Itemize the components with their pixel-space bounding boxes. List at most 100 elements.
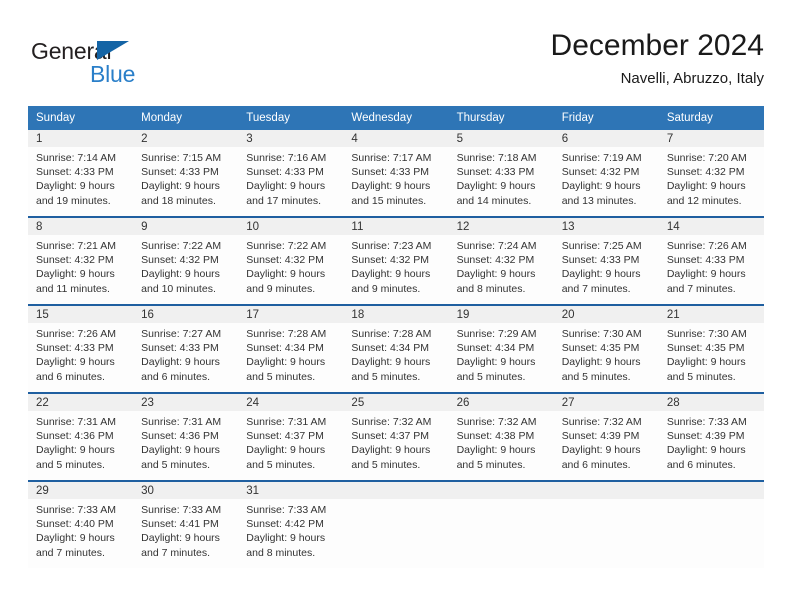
sunset-text: Sunset: 4:33 PM [456,166,535,179]
day-cell-number[interactable]: 5 [448,130,554,147]
day-cell-number[interactable]: 8 [28,218,134,235]
day-cell-details[interactable]: Sunrise: 7:31 AM Sunset: 4:36 PM Dayligh… [133,411,239,480]
day-cell-details[interactable]: Sunrise: 7:33 AM Sunset: 4:41 PM Dayligh… [133,499,239,568]
day-cell-details[interactable]: Sunrise: 7:22 AM Sunset: 4:32 PM Dayligh… [238,235,344,304]
day-cell-details[interactable]: Sunrise: 7:16 AM Sunset: 4:33 PM Dayligh… [238,147,344,216]
day-cell-details[interactable]: Sunrise: 7:30 AM Sunset: 4:35 PM Dayligh… [658,323,764,392]
sunrise-text: Sunrise: 7:23 AM [351,240,432,252]
day-cell-details[interactable]: Sunrise: 7:32 AM Sunset: 4:39 PM Dayligh… [553,411,659,480]
day-cell-details[interactable]: Sunrise: 7:31 AM Sunset: 4:37 PM Dayligh… [238,411,344,480]
day-cell-details[interactable]: Sunrise: 7:21 AM Sunset: 4:32 PM Dayligh… [28,235,134,304]
day-cell-number[interactable]: 22 [28,394,134,411]
day-cell-number[interactable]: 7 [658,130,764,147]
day-cell-details[interactable]: Sunrise: 7:28 AM Sunset: 4:34 PM Dayligh… [238,323,344,392]
day-cell-details[interactable]: Sunrise: 7:23 AM Sunset: 4:32 PM Dayligh… [343,235,449,304]
day-cell-details[interactable]: Sunrise: 7:20 AM Sunset: 4:32 PM Dayligh… [658,147,764,216]
day-cell-number[interactable]: 19 [448,306,554,323]
day-cell-number[interactable]: 20 [553,306,659,323]
sunrise-text: Sunrise: 7:14 AM [36,152,116,164]
day-cell-number[interactable]: 18 [343,306,449,323]
day-cell-number[interactable]: 27 [553,394,659,411]
week-5-details: Sunrise: 7:33 AM Sunset: 4:40 PM Dayligh… [28,499,764,568]
sunset-text: Sunset: 4:36 PM [141,430,219,443]
daylight-text-cont: and 9 minutes. [246,282,316,295]
weekday-header-thursday: Thursday [448,106,554,130]
day-cell-number[interactable]: 31 [238,482,344,499]
day-cell-details[interactable]: Sunrise: 7:26 AM Sunset: 4:33 PM Dayligh… [658,235,764,304]
day-cell-number[interactable]: 11 [343,218,449,235]
sunrise-text: Sunrise: 7:31 AM [141,416,222,428]
daylight-text-cont: and 5 minutes. [351,458,421,471]
day-cell-details[interactable]: Sunrise: 7:27 AM Sunset: 4:33 PM Dayligh… [133,323,239,392]
day-cell-details[interactable]: Sunrise: 7:18 AM Sunset: 4:33 PM Dayligh… [448,147,554,216]
day-cell-number[interactable]: 26 [448,394,554,411]
day-cell-details[interactable]: Sunrise: 7:31 AM Sunset: 4:36 PM Dayligh… [28,411,134,480]
calendar-body: 1 2 3 4 5 6 7 Sunrise: 7:14 AM Sunset: 4… [28,130,764,568]
daylight-text: Daylight: 9 hours [351,444,431,457]
day-cell-details-empty [553,499,659,568]
day-cell-details[interactable]: Sunrise: 7:24 AM Sunset: 4:32 PM Dayligh… [448,235,554,304]
day-cell-number[interactable]: 13 [553,218,659,235]
day-cell-details[interactable]: Sunrise: 7:33 AM Sunset: 4:39 PM Dayligh… [658,411,764,480]
day-cell-details[interactable]: Sunrise: 7:29 AM Sunset: 4:34 PM Dayligh… [448,323,554,392]
day-cell-number[interactable]: 17 [238,306,344,323]
title-block: December 2024 Navelli, Abruzzo, Italy [551,28,764,90]
sunset-text: Sunset: 4:33 PM [351,166,430,179]
day-cell-number[interactable]: 1 [28,130,134,147]
day-cell-details[interactable]: Sunrise: 7:32 AM Sunset: 4:38 PM Dayligh… [448,411,554,480]
sunrise-text: Sunrise: 7:24 AM [456,240,537,252]
location-subtitle: Navelli, Abruzzo, Italy [620,70,764,87]
sunrise-text: Sunrise: 7:20 AM [666,152,747,164]
sunrise-text: Sunrise: 7:30 AM [561,328,642,340]
day-cell-details[interactable]: Sunrise: 7:28 AM Sunset: 4:34 PM Dayligh… [343,323,449,392]
daylight-text: Daylight: 9 hours [351,268,431,281]
day-cell-details[interactable]: Sunrise: 7:30 AM Sunset: 4:35 PM Dayligh… [553,323,659,392]
day-cell-number[interactable]: 15 [28,306,134,323]
day-cell-number[interactable]: 4 [343,130,449,147]
daylight-text-cont: and 7 minutes. [141,546,211,559]
daylight-text-cont: and 8 minutes. [456,282,526,295]
day-cell-number[interactable]: 9 [133,218,239,235]
day-cell-details[interactable]: Sunrise: 7:26 AM Sunset: 4:33 PM Dayligh… [28,323,134,392]
day-cell-details[interactable]: Sunrise: 7:17 AM Sunset: 4:33 PM Dayligh… [343,147,449,216]
day-cell-details[interactable]: Sunrise: 7:32 AM Sunset: 4:37 PM Dayligh… [343,411,449,480]
day-cell-number[interactable]: 21 [658,306,764,323]
day-cell-number[interactable]: 16 [133,306,239,323]
daylight-text-cont: and 17 minutes. [246,194,321,207]
day-cell-details[interactable]: Sunrise: 7:22 AM Sunset: 4:32 PM Dayligh… [133,235,239,304]
day-cell-number[interactable]: 3 [238,130,344,147]
day-cell-number-empty [553,482,659,499]
day-cell-details[interactable]: Sunrise: 7:25 AM Sunset: 4:33 PM Dayligh… [553,235,659,304]
day-cell-number[interactable]: 25 [343,394,449,411]
daylight-text-cont: and 11 minutes. [36,282,110,295]
day-cell-details[interactable]: Sunrise: 7:33 AM Sunset: 4:40 PM Dayligh… [28,499,134,568]
weekday-header-wednesday: Wednesday [343,106,449,130]
day-cell-details-empty [448,499,554,568]
week-4-details: Sunrise: 7:31 AM Sunset: 4:36 PM Dayligh… [28,411,764,480]
day-cell-number[interactable]: 30 [133,482,239,499]
sunrise-text: Sunrise: 7:26 AM [36,328,116,340]
day-cell-number[interactable]: 28 [658,394,764,411]
daylight-text: Daylight: 9 hours [141,356,220,369]
day-cell-number[interactable]: 6 [553,130,659,147]
sunrise-text: Sunrise: 7:29 AM [456,328,537,340]
day-cell-details[interactable]: Sunrise: 7:15 AM Sunset: 4:33 PM Dayligh… [133,147,239,216]
weekday-header-monday: Monday [133,106,239,130]
week-1-daynumbers: 1 2 3 4 5 6 7 [28,130,764,147]
calendar-grid: Sunday Monday Tuesday Wednesday Thursday… [28,106,764,568]
sunset-text: Sunset: 4:37 PM [246,430,324,443]
daylight-text-cont: and 5 minutes. [351,370,421,383]
day-cell-details[interactable]: Sunrise: 7:33 AM Sunset: 4:42 PM Dayligh… [238,499,344,568]
day-cell-number[interactable]: 14 [658,218,764,235]
day-cell-number[interactable]: 2 [133,130,239,147]
day-cell-number[interactable]: 10 [238,218,344,235]
daylight-text: Daylight: 9 hours [36,532,115,545]
daylight-text-cont: and 19 minutes. [36,194,111,207]
day-cell-number[interactable]: 24 [238,394,344,411]
day-cell-details[interactable]: Sunrise: 7:14 AM Sunset: 4:33 PM Dayligh… [28,147,134,216]
day-cell-number[interactable]: 29 [28,482,134,499]
week-3-details: Sunrise: 7:26 AM Sunset: 4:33 PM Dayligh… [28,323,764,392]
day-cell-details[interactable]: Sunrise: 7:19 AM Sunset: 4:32 PM Dayligh… [553,147,659,216]
day-cell-number[interactable]: 23 [133,394,239,411]
day-cell-number[interactable]: 12 [448,218,554,235]
